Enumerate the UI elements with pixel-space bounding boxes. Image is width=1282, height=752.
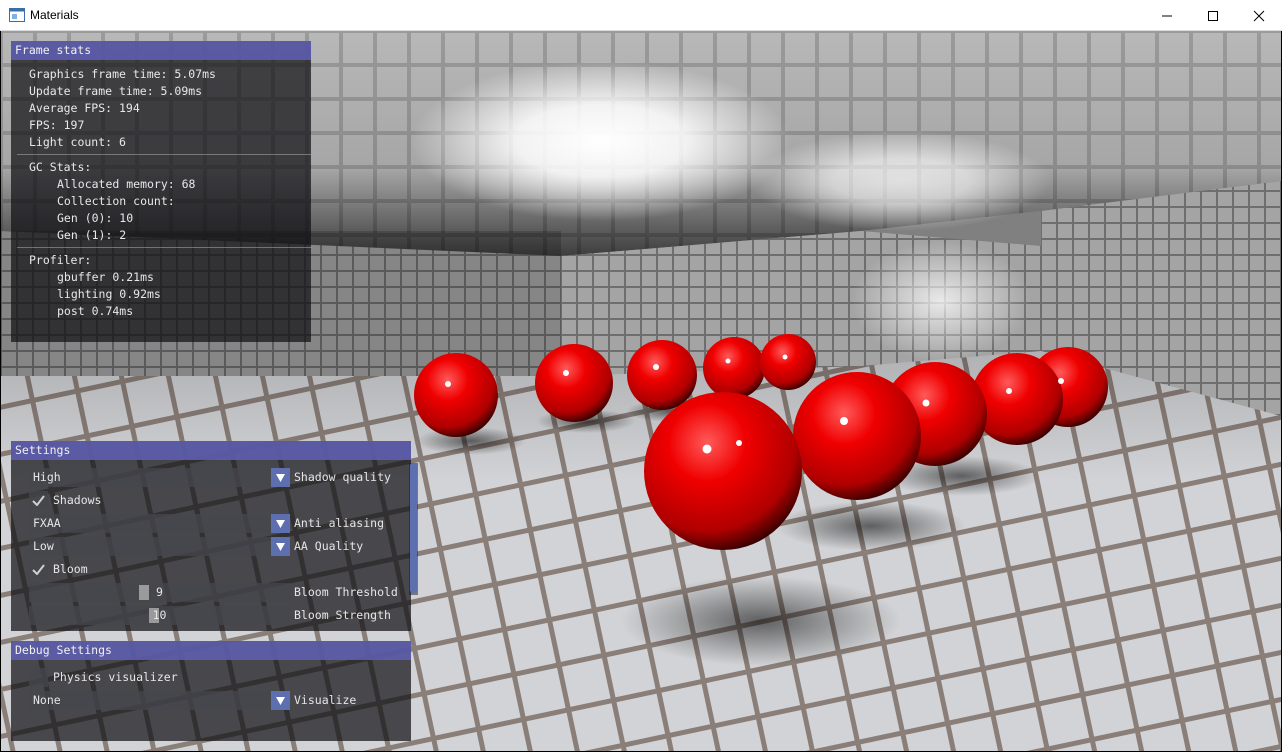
settings-panel: Settings High Shadow quality Shadows FXA… (11, 441, 418, 631)
fps: FPS: 197 (29, 118, 85, 132)
bloom-threshold-label: Bloom Threshold (294, 585, 398, 599)
bloom-strength-slider[interactable]: 10 (29, 606, 290, 625)
frame-stats-header[interactable]: Frame stats (11, 41, 311, 60)
bloom-label: Bloom (53, 562, 88, 576)
gc-stats-heading: GC Stats: (29, 160, 92, 174)
anti-aliasing-label: Anti aliasing (294, 516, 385, 530)
shadow-quality-combo[interactable]: High (29, 468, 290, 487)
bloom-strength-label: Bloom Strength (294, 608, 391, 622)
bloom-row: Bloom (11, 560, 411, 579)
physics-visualizer-checkbox[interactable] (29, 668, 48, 687)
visualize-combo[interactable]: None (29, 691, 290, 710)
gen1-count: Gen (1): 2 (57, 228, 127, 242)
debug-settings-panel: Debug Settings Physics visualizer None V… (11, 641, 411, 741)
shadow-quality-label: Shadow quality (294, 470, 391, 484)
chevron-down-icon (271, 468, 290, 487)
app-window-icon (9, 8, 25, 22)
debug-settings-header[interactable]: Debug Settings (11, 641, 411, 660)
profiler-lighting: lighting 0.92ms (57, 287, 161, 301)
minimize-button[interactable] (1144, 0, 1190, 31)
bloom-threshold-slider[interactable]: 9 (29, 583, 290, 602)
aa-quality-value: Low (33, 539, 54, 553)
aa-quality-row: Low AA Quality (11, 537, 411, 556)
update-frame-time: Update frame time: 5.09ms (29, 84, 203, 98)
shadows-checkbox[interactable] (29, 491, 48, 510)
collection-count: Collection count: (57, 194, 175, 208)
average-fps: Average FPS: 194 (29, 101, 140, 115)
profiler-gbuffer: gbuffer 0.21ms (57, 270, 154, 284)
close-button[interactable] (1236, 0, 1282, 31)
profiler-post: post 0.74ms (57, 304, 134, 318)
settings-header[interactable]: Settings (11, 441, 411, 460)
maximize-icon (1208, 10, 1218, 21)
window-titlebar: Materials (0, 0, 1282, 31)
aa-quality-label: AA Quality (294, 539, 364, 553)
light-count: Light count: 6 (29, 135, 126, 149)
shadows-label: Shadows (53, 493, 102, 507)
chevron-down-icon (271, 514, 290, 533)
minimize-icon (1162, 15, 1172, 16)
stats-separator (17, 154, 312, 155)
window-title: Materials (30, 8, 79, 22)
chevron-down-icon (271, 691, 290, 710)
physics-visualizer-label: Physics visualizer (53, 670, 178, 684)
checkmark-icon (32, 495, 45, 506)
stats-separator (17, 247, 312, 248)
scrollbar-thumb[interactable] (410, 463, 417, 593)
bloom-threshold-value: 9 (156, 585, 163, 599)
anti-aliasing-row: FXAA Anti aliasing (11, 514, 411, 533)
anti-aliasing-combo[interactable]: FXAA (29, 514, 290, 533)
checkmark-icon (32, 564, 45, 575)
visualize-label: Visualize (294, 693, 357, 707)
shadow-quality-row: High Shadow quality (11, 468, 411, 487)
physics-visualizer-row: Physics visualizer (11, 668, 411, 687)
allocated-memory: Allocated memory: 68 (57, 177, 196, 191)
shadows-row: Shadows (11, 491, 411, 510)
chevron-down-icon (271, 537, 290, 556)
bloom-threshold-row: 9 Bloom Threshold (11, 583, 411, 602)
bloom-strength-row: 10 Bloom Strength (11, 606, 411, 625)
gen0-count: Gen (0): 10 (57, 211, 134, 225)
shadow-quality-value: High (33, 470, 61, 484)
bloom-strength-value: 10 (152, 608, 167, 622)
bloom-checkbox[interactable] (29, 560, 48, 579)
settings-scrollbar[interactable] (409, 463, 418, 595)
close-icon (1253, 10, 1265, 21)
visualize-value: None (33, 693, 61, 707)
frame-stats-panel: Frame stats Graphics frame time: 5.07ms … (11, 41, 312, 342)
visualize-row: None Visualize (11, 691, 411, 710)
anti-aliasing-value: FXAA (33, 516, 61, 530)
profiler-heading: Profiler: (29, 253, 92, 267)
aa-quality-combo[interactable]: Low (29, 537, 290, 556)
maximize-button[interactable] (1190, 0, 1236, 31)
graphics-frame-time: Graphics frame time: 5.07ms (29, 67, 216, 81)
